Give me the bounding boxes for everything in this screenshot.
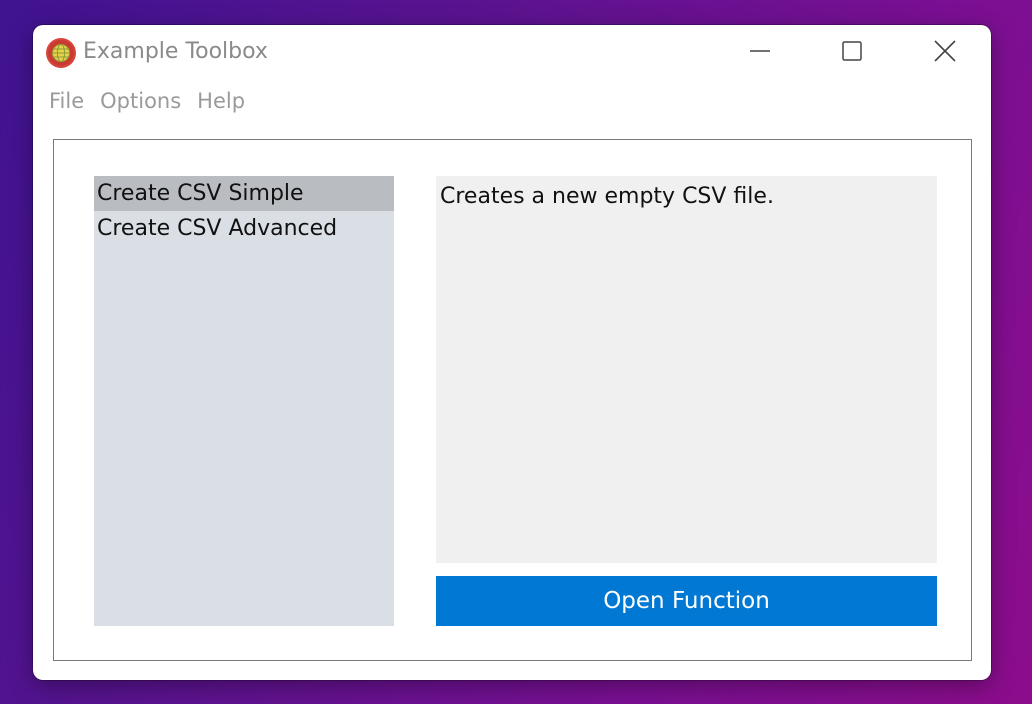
content-panel: Create CSV Simple Create CSV Advanced Cr… [53,139,972,661]
description-text: Creates a new empty CSV file. [440,184,774,209]
minimize-icon [749,40,771,66]
title-bar[interactable]: Example Toolbox [33,25,991,81]
description-box: Creates a new empty CSV file. [436,176,937,563]
window-title: Example Toolbox [83,39,268,64]
globe-icon [45,37,77,69]
menu-options[interactable]: Options [92,89,189,113]
minimize-button[interactable] [737,33,783,73]
app-window: Example Toolbox File Options Help Create… [33,25,991,680]
menu-help[interactable]: Help [189,89,253,113]
function-item-create-csv-advanced[interactable]: Create CSV Advanced [94,211,394,246]
close-icon [933,39,957,67]
function-item-create-csv-simple[interactable]: Create CSV Simple [94,176,394,211]
maximize-icon [841,40,863,66]
function-list[interactable]: Create CSV Simple Create CSV Advanced [94,176,394,626]
maximize-button[interactable] [829,33,875,73]
close-button[interactable] [922,33,968,73]
menu-bar: File Options Help [33,83,253,119]
open-function-button[interactable]: Open Function [436,576,937,626]
menu-file[interactable]: File [41,89,92,113]
